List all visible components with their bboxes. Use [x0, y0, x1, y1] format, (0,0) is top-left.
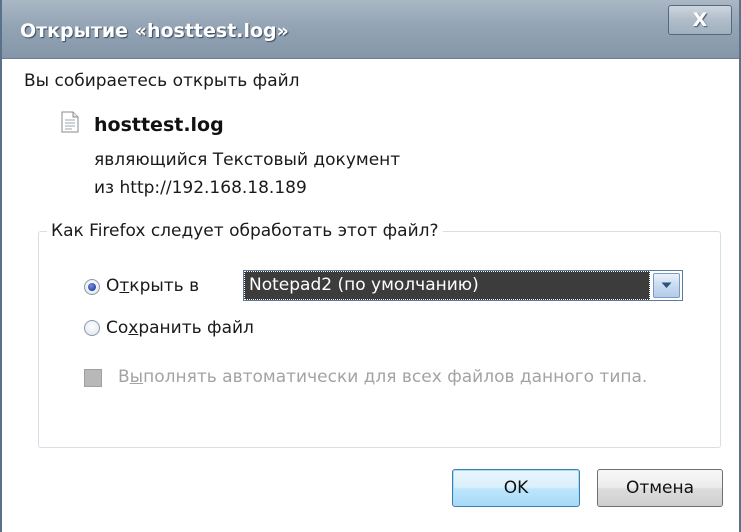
text-file-icon: [61, 111, 79, 133]
open-prompt-text: Вы собираетесь открыть файл: [24, 71, 300, 91]
open-with-app-select[interactable]: Notepad2 (по умолчанию): [243, 270, 683, 301]
file-source-line: из http://192.168.18.189: [94, 178, 307, 198]
action-groupbox: [38, 231, 721, 448]
title-bar[interactable]: Открытие «hosttest.log» X: [2, 0, 739, 59]
file-source-url: http://192.168.18.189: [119, 178, 307, 198]
dropdown-button[interactable]: [653, 273, 680, 298]
close-icon: X: [692, 8, 708, 31]
file-source-prefix: из: [94, 178, 115, 198]
chevron-down-icon: [661, 282, 672, 288]
file-type-value: Текстовый документ: [212, 150, 401, 170]
file-open-dialog: Открытие «hosttest.log» X Вы собираетесь…: [0, 0, 741, 532]
ok-button[interactable]: OK: [452, 469, 580, 507]
close-button[interactable]: X: [668, 5, 732, 35]
dialog-title: Открытие «hosttest.log»: [20, 20, 289, 42]
save-file-label[interactable]: Сохранить файл: [106, 318, 254, 338]
file-type-line: являющийся Текстовый документ: [94, 150, 400, 170]
file-name: hosttest.log: [94, 114, 224, 136]
action-group-legend: Как Firefox следует обработать этот файл…: [47, 221, 443, 241]
auto-action-label: Выполнять автоматически для всех файлов …: [118, 367, 648, 387]
open-with-radio[interactable]: [84, 279, 100, 295]
cancel-button[interactable]: Отмена: [597, 469, 723, 507]
open-with-label[interactable]: Открыть в: [106, 276, 199, 296]
file-type-prefix: являющийся: [94, 150, 208, 170]
open-with-app-value: Notepad2 (по умолчанию): [244, 271, 650, 300]
save-file-radio[interactable]: [84, 320, 100, 336]
auto-action-checkbox[interactable]: [84, 369, 102, 387]
